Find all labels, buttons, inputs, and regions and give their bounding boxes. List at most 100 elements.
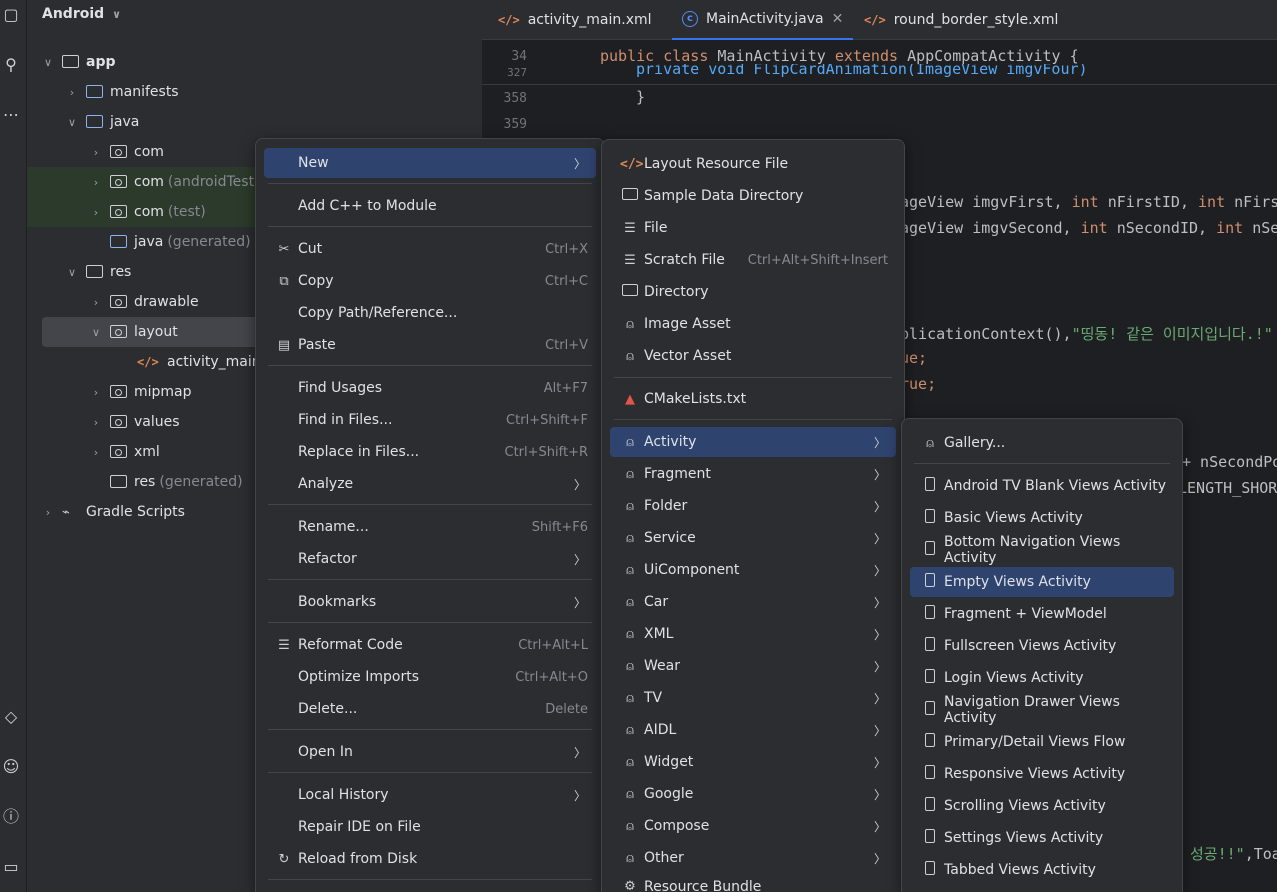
menu-item-reformat-code[interactable]: ☰ Reformat Code Ctrl+Alt+L xyxy=(264,630,596,660)
tree-item-java[interactable]: ∨ java xyxy=(27,107,482,137)
menu-item-tabbed[interactable]: Tabbed Views Activity xyxy=(910,855,1174,885)
menu-item-analyze[interactable]: Analyze 〉 xyxy=(264,469,596,499)
tree-item-label: app xyxy=(86,54,116,70)
close-icon[interactable]: ✕ xyxy=(832,11,844,27)
menu-item-login[interactable]: Login Views Activity xyxy=(910,663,1174,693)
menu-item-car[interactable]: ⍝ Car 〉 xyxy=(610,587,896,617)
menu-item-navigation-drawer[interactable]: Navigation Drawer Views Activity xyxy=(910,694,1174,726)
menu-item-sample-data-directory[interactable]: Sample Data Directory xyxy=(610,181,896,211)
tree-item-manifests[interactable]: › manifests xyxy=(27,77,482,107)
menu-item-scrolling[interactable]: Scrolling Views Activity xyxy=(910,791,1174,821)
menu-item-uicomponent[interactable]: ⍝ UiComponent 〉 xyxy=(610,555,896,585)
menu-item-rename[interactable]: Rename... Shift+F6 xyxy=(264,512,596,542)
menu-item-replace-in-files[interactable]: Replace in Files... Ctrl+Shift+R xyxy=(264,437,596,467)
tree-item-app[interactable]: ∨ app xyxy=(27,47,482,77)
chevron-right-icon[interactable]: › xyxy=(66,86,78,99)
menu-item-add-cpp[interactable]: Add C++ to Module xyxy=(264,191,596,221)
menu-item-google[interactable]: ⍝ Google 〉 xyxy=(610,779,896,809)
menu-item-bottom-navigation[interactable]: Bottom Navigation Views Activity xyxy=(910,534,1174,566)
reload-icon: ↻ xyxy=(278,851,290,867)
menu-item-service[interactable]: ⍝ Service 〉 xyxy=(610,523,896,553)
menu-item-cut[interactable]: ✂ Cut Ctrl+X xyxy=(264,234,596,264)
chevron-right-icon[interactable]: › xyxy=(42,506,54,519)
chevron-right-icon[interactable]: › xyxy=(90,176,102,189)
menu-item-responsive[interactable]: Responsive Views Activity xyxy=(910,759,1174,789)
menu-item-vector-asset[interactable]: ⍝ Vector Asset xyxy=(610,341,896,371)
chevron-down-icon[interactable]: ∨ xyxy=(90,326,102,339)
menu-item-tv[interactable]: ⍝ TV 〉 xyxy=(610,683,896,713)
chevron-down-icon[interactable]: ∨ xyxy=(66,116,78,129)
menu-item-delete[interactable]: Delete... Delete xyxy=(264,694,596,724)
menu-item-find-usages[interactable]: Find Usages Alt+F7 xyxy=(264,373,596,403)
menu-item-activity[interactable]: ⍝ Activity 〉 xyxy=(610,427,896,457)
menu-item-gallery[interactable]: ⍝ Gallery... xyxy=(910,428,1174,458)
resource-manager-icon[interactable]: ⚲ xyxy=(0,54,22,76)
menu-item-reload-from-disk[interactable]: ↻ Reload from Disk xyxy=(264,844,596,874)
menu-item-copy-path[interactable]: Copy Path/Reference... xyxy=(264,298,596,328)
menu-item-open-in[interactable]: Open In 〉 xyxy=(264,737,596,767)
menu-item-bookmarks[interactable]: Bookmarks 〉 xyxy=(264,587,596,617)
folder-icon xyxy=(110,385,128,399)
more-icon[interactable]: ⋯ xyxy=(0,104,22,126)
gemini-icon[interactable]: ◇ xyxy=(0,706,22,728)
menu-item-widget[interactable]: ⍝ Widget 〉 xyxy=(610,747,896,777)
chevron-right-icon[interactable]: › xyxy=(90,206,102,219)
menu-item-copy[interactable]: ⧉ Copy Ctrl+C xyxy=(264,266,596,296)
code-line: plicationContext(),"띵동! 같은 이미지입니다.!" xyxy=(900,325,1273,343)
menu-item-scratch-file[interactable]: ☰ Scratch File Ctrl+Alt+Shift+Insert xyxy=(610,245,896,275)
menu-item-optimize-imports[interactable]: Optimize Imports Ctrl+Alt+O xyxy=(264,662,596,692)
menu-item-primary-detail[interactable]: Primary/Detail Views Flow xyxy=(910,727,1174,757)
folder-icon xyxy=(110,325,128,339)
code-line: LENGTH_SHORT xyxy=(1178,479,1277,497)
menu-item-settings[interactable]: Settings Views Activity xyxy=(910,823,1174,853)
menu-item-fragment[interactable]: ⍝ Fragment 〉 xyxy=(610,459,896,489)
package-icon xyxy=(110,175,128,189)
tab-mainactivity-java[interactable]: c MainActivity.java ✕ xyxy=(672,0,854,40)
project-view-selector[interactable]: Android ∨ xyxy=(42,6,121,22)
menu-item-folder[interactable]: ⍝ Folder 〉 xyxy=(610,491,896,521)
line-number: 34 xyxy=(511,49,527,64)
menu-item-layout-resource-file[interactable]: </> Layout Resource File xyxy=(610,149,896,179)
menu-item-other[interactable]: ⍝ Other 〉 xyxy=(610,843,896,873)
problems-icon[interactable]: ⓘ xyxy=(0,806,22,828)
text-file-icon: ☰ xyxy=(624,220,636,236)
menu-item-fragment-viewmodel[interactable]: Fragment + ViewModel xyxy=(910,599,1174,629)
project-view-icon[interactable]: ▢ xyxy=(0,4,22,26)
menu-item-file[interactable]: ☰ File xyxy=(610,213,896,243)
chevron-right-icon[interactable]: › xyxy=(90,146,102,159)
menu-item-directory[interactable]: Directory xyxy=(610,277,896,307)
tree-item-label: values xyxy=(134,414,180,430)
menu-item-image-asset[interactable]: ⍝ Image Asset xyxy=(610,309,896,339)
menu-item-aidl[interactable]: ⍝ AIDL 〉 xyxy=(610,715,896,745)
menu-item-wear[interactable]: ⍝ Wear 〉 xyxy=(610,651,896,681)
terminal-icon[interactable]: ▭ xyxy=(0,856,22,878)
menu-item-fullscreen[interactable]: Fullscreen Views Activity xyxy=(910,631,1174,661)
menu-item-paste[interactable]: ▤ Paste Ctrl+V xyxy=(264,330,596,360)
chevron-right-icon[interactable]: › xyxy=(90,386,102,399)
logcat-icon[interactable]: ☺ xyxy=(0,756,22,778)
menu-item-local-history[interactable]: Local History 〉 xyxy=(264,780,596,810)
menu-item-empty-views[interactable]: Empty Views Activity xyxy=(910,567,1174,597)
chevron-right-icon[interactable]: › xyxy=(90,296,102,309)
chevron-right-icon: 〉 xyxy=(873,723,886,738)
chevron-right-icon[interactable]: › xyxy=(90,416,102,429)
module-folder-icon xyxy=(62,55,80,69)
chevron-right-icon: 〉 xyxy=(873,499,886,514)
menu-item-find-in-files[interactable]: Find in Files... Ctrl+Shift+F xyxy=(264,405,596,435)
menu-item-resource-bundle[interactable]: ⚙ Resource Bundle xyxy=(610,875,896,892)
menu-item-compose[interactable]: ⍝ Compose 〉 xyxy=(610,811,896,841)
menu-item-new[interactable]: New 〉 xyxy=(264,148,596,178)
chevron-down-icon[interactable]: ∨ xyxy=(42,56,54,69)
menu-item-xml[interactable]: ⍝ XML 〉 xyxy=(610,619,896,649)
menu-item-cmakelists[interactable]: ▲ CMakeLists.txt xyxy=(610,384,896,414)
tab-round-border-style-xml[interactable]: </> round_border_style.xml xyxy=(864,0,1058,40)
tab-activity-main-xml[interactable]: </> activity_main.xml xyxy=(498,0,652,40)
menu-item-repair-ide[interactable]: Repair IDE on File xyxy=(264,812,596,842)
menu-item-refactor[interactable]: Refactor 〉 xyxy=(264,544,596,574)
menu-item-android-tv-blank[interactable]: Android TV Blank Views Activity xyxy=(910,471,1174,501)
class-icon: c xyxy=(682,11,698,27)
menu-item-basic-views[interactable]: Basic Views Activity xyxy=(910,503,1174,533)
chevron-right-icon[interactable]: › xyxy=(90,446,102,459)
chevron-down-icon[interactable]: ∨ xyxy=(66,266,78,279)
chevron-right-icon: 〉 xyxy=(573,477,586,492)
